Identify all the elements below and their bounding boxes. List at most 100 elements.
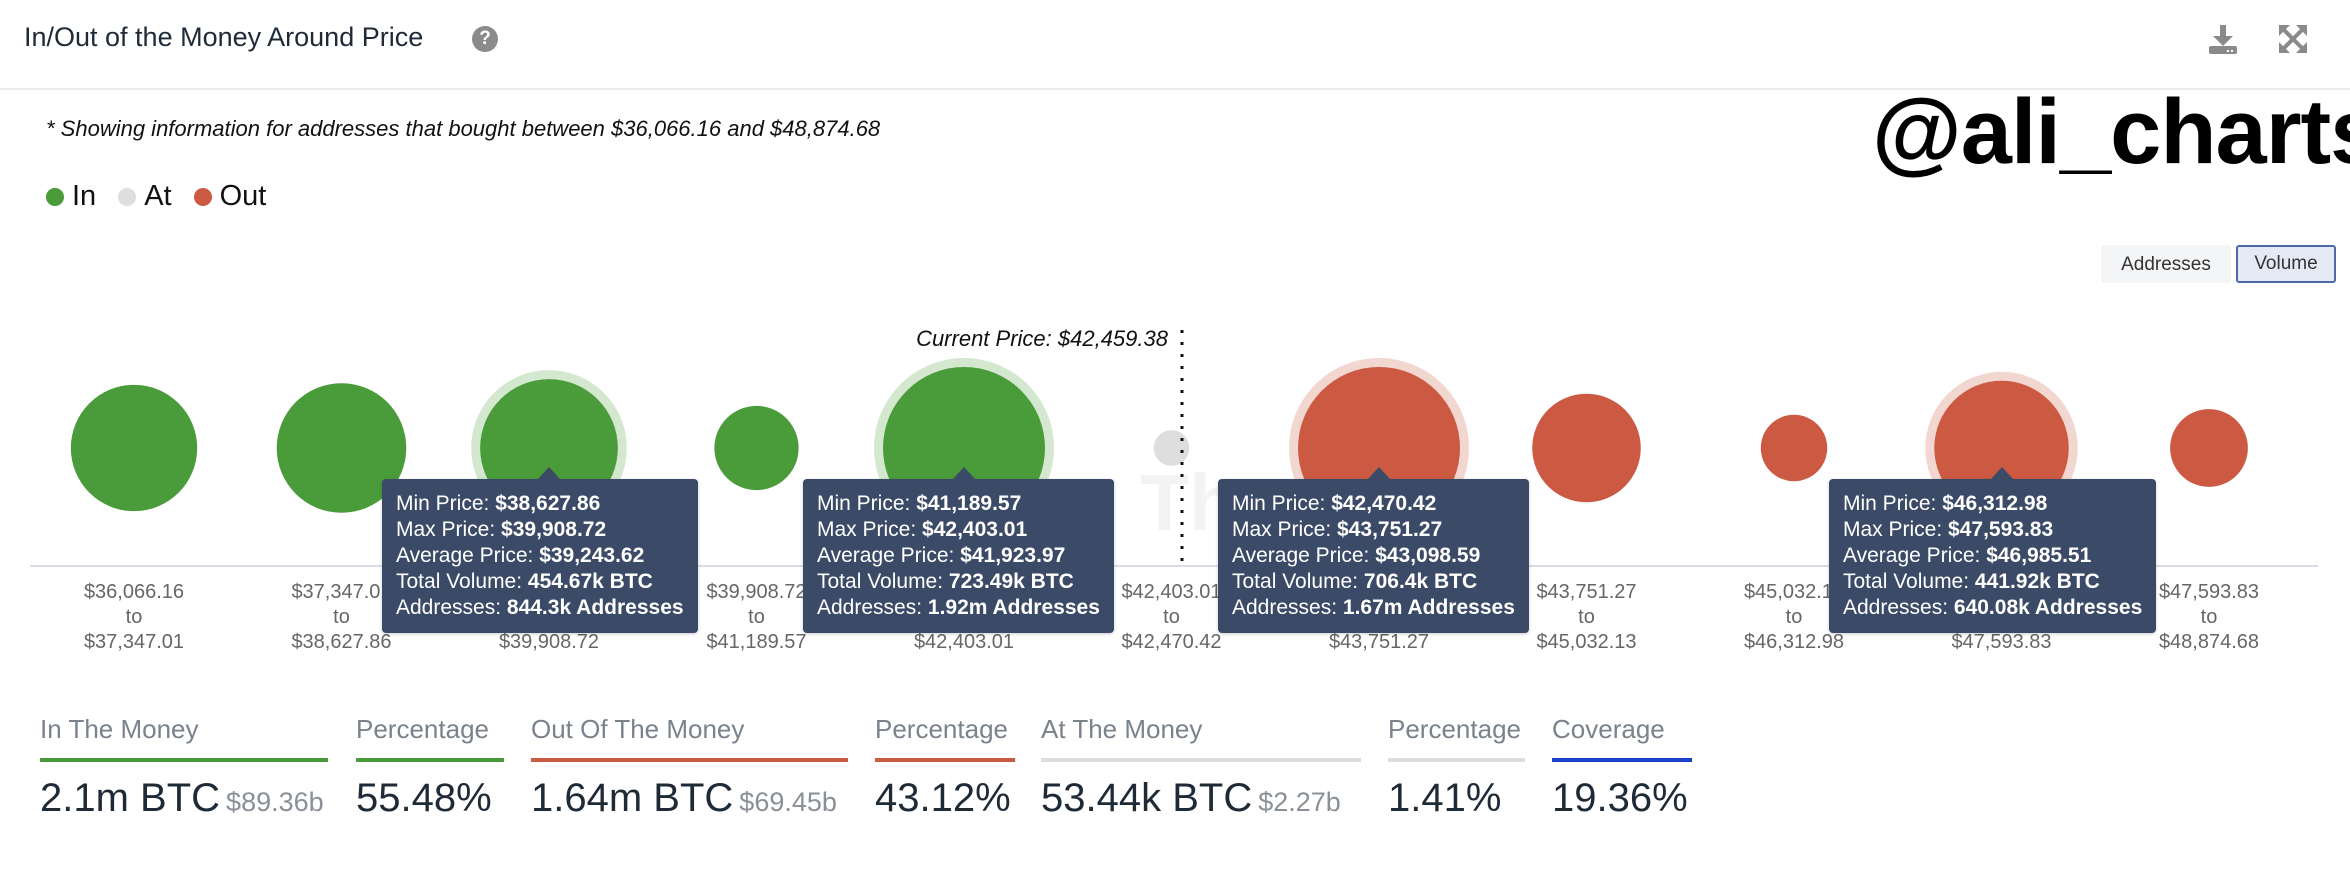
stat-label: In The Money: [40, 714, 199, 744]
tooltip-label: Min Price:: [1843, 492, 1943, 515]
x-axis-label-line: $43,751.27: [1328, 631, 1430, 653]
x-axis-label: $36,066.16 to $37,347.01: [44, 580, 224, 655]
stat-main-value: 19.36%: [1552, 776, 1688, 820]
tooltip-label: Average Price:: [1843, 544, 1987, 567]
bubble-tooltip: Min Price: $46,312.98 Max Price: $47,593.…: [1829, 467, 2157, 633]
legend-dot-in: [46, 187, 64, 206]
watermark-handle: @ali_charts: [1872, 81, 2350, 183]
tooltip-value: 1.67m Addresses: [1342, 596, 1515, 619]
stat-underline: [531, 758, 848, 762]
tooltip-label: Average Price:: [396, 544, 540, 567]
stat-main-value: 1.64m BTC: [531, 776, 734, 820]
bubble-at[interactable]: [1153, 430, 1190, 466]
tooltip-value: $46,312.98: [1942, 492, 2048, 515]
legend-label: In: [72, 180, 97, 212]
tooltip-row-min: Min Price: $38,627.86: [396, 491, 684, 517]
tooltip-value: $39,908.72: [501, 518, 607, 541]
tooltip-row-min: Min Price: $42,470.42: [1232, 491, 1515, 517]
tooltip-value: $46,985.51: [1986, 544, 2092, 567]
tooltip-value: $42,470.42: [1331, 492, 1437, 515]
tooltip-label: Max Price:: [1232, 518, 1338, 541]
tooltip-row-avg: Average Price: $43,098.59: [1232, 543, 1515, 569]
tooltip-row-addr: Addresses: 1.67m Addresses: [1232, 595, 1515, 621]
legend: In At Out: [46, 180, 288, 213]
tooltip-row-avg: Average Price: $39,243.62: [396, 543, 684, 569]
tooltip-row-vol: Total Volume: 723.49k BTC: [817, 569, 1100, 595]
tooltip-value: 844.3k Addresses: [506, 596, 684, 619]
bubble-out[interactable]: [2170, 409, 2248, 487]
stat-value: 53.44k BTC $2.27b: [1041, 776, 1361, 821]
bubble-tooltip: Min Price: $38,627.86 Max Price: $39,908.…: [382, 467, 698, 633]
stat-main-value: 2.1m BTC: [40, 776, 221, 820]
stat-at-the-money: At The Money 53.44k BTC $2.27b: [1041, 714, 1361, 821]
bubble-tooltip: Min Price: $41,189.57 Max Price: $42,403.…: [803, 467, 1114, 633]
download-icon[interactable]: [2206, 22, 2240, 56]
stat-label: Percentage: [875, 714, 1008, 744]
tooltip-row-vol: Total Volume: 441.92k BTC: [1843, 569, 2142, 595]
tooltip-label: Total Volume:: [817, 570, 949, 593]
tooltip-value: 454.67k BTC: [527, 570, 653, 593]
tooltip-row-vol: Total Volume: 706.4k BTC: [1232, 569, 1515, 595]
stat-value: 19.36%: [1552, 776, 1692, 821]
stat-main-value: 1.41%: [1388, 776, 1502, 820]
bubble-out[interactable]: [1760, 414, 1828, 482]
tooltip-row-avg: Average Price: $46,985.51: [1843, 543, 2142, 569]
stat-percentage: Percentage 43.12%: [875, 714, 1015, 821]
stat-in-the-money: In The Money 2.1m BTC $89.36b: [40, 714, 328, 821]
legend-label: At: [144, 180, 172, 212]
stat-out-of-the-money: Out Of The Money 1.64m BTC $69.45b: [531, 714, 848, 821]
toggle-volume-button[interactable]: Volume: [2236, 245, 2336, 283]
stat-value: 43.12%: [875, 776, 1015, 821]
tooltip-row-max: Max Price: $47,593.83: [1843, 517, 2142, 543]
tooltip-label: Addresses:: [1232, 596, 1343, 619]
stat-underline: [1041, 758, 1361, 762]
tooltip-label: Max Price:: [817, 518, 923, 541]
tooltip-value: $38,627.86: [495, 492, 601, 515]
tooltip-label: Average Price:: [1232, 544, 1376, 567]
x-axis-label-line: $42,470.42: [1121, 631, 1222, 653]
bubble-out[interactable]: [1532, 393, 1641, 503]
stat-usd-value: $69.45b: [739, 787, 837, 817]
stat-underline: [40, 758, 328, 762]
tooltip-row-addr: Addresses: 844.3k Addresses: [396, 595, 684, 621]
legend-label: Out: [219, 180, 267, 212]
tooltip-value: $41,923.97: [960, 544, 1066, 567]
tooltip-row-min: Min Price: $46,312.98: [1843, 491, 2142, 517]
x-axis-label-line: $38,627.86: [291, 631, 392, 653]
bubble-in[interactable]: [70, 384, 198, 512]
legend-item-out[interactable]: Out: [193, 180, 267, 213]
tooltip-row-addr: Addresses: 1.92m Addresses: [817, 595, 1100, 621]
stat-main-value: 55.48%: [356, 776, 492, 820]
help-icon[interactable]: ?: [472, 26, 498, 52]
stat-underline: [356, 758, 504, 762]
tooltip-label: Total Volume:: [396, 570, 528, 593]
legend-item-at[interactable]: At: [118, 180, 172, 213]
x-axis-label-line: $45,032.13: [1536, 631, 1637, 653]
bubble-in[interactable]: [714, 405, 799, 491]
legend-item-in[interactable]: In: [46, 180, 96, 213]
stat-main-value: 53.44k BTC: [1041, 776, 1253, 820]
tooltip-row-vol: Total Volume: 454.67k BTC: [396, 569, 684, 595]
tooltip-label: Min Price:: [817, 492, 917, 515]
expand-icon[interactable]: [2276, 22, 2310, 56]
stat-main-value: 43.12%: [875, 776, 1011, 820]
x-axis-label-line: $36,066.16: [83, 581, 185, 603]
widget-title: In/Out of the Money Around Price: [24, 22, 424, 52]
tooltip-value: $43,751.27: [1337, 518, 1443, 541]
stat-percentage: Percentage 1.41%: [1388, 714, 1525, 821]
range-note: * Showing information for addresses that…: [46, 116, 881, 141]
tooltip-value: 723.49k BTC: [948, 570, 1074, 593]
tooltip-value: 441.92k BTC: [1974, 570, 2100, 593]
tooltip-value: $43,098.59: [1375, 544, 1481, 567]
stat-label: At The Money: [1041, 714, 1203, 744]
tooltip-value: 1.92m Addresses: [927, 596, 1100, 619]
tooltip-label: Addresses:: [1843, 596, 1954, 619]
widget-header: In/Out of the Money Around Price ?: [0, 0, 2350, 90]
tooltip-row-max: Max Price: $39,908.72: [396, 517, 684, 543]
tooltip-label: Addresses:: [396, 596, 507, 619]
bubble-tooltip: Min Price: $42,470.42 Max Price: $43,751.…: [1218, 467, 1529, 633]
toggle-addresses-button[interactable]: Addresses: [2101, 245, 2231, 283]
tooltip-value: $47,593.83: [1948, 518, 2054, 541]
stat-value: 1.64m BTC $69.45b: [531, 776, 848, 821]
stat-value: 1.41%: [1388, 776, 1525, 821]
